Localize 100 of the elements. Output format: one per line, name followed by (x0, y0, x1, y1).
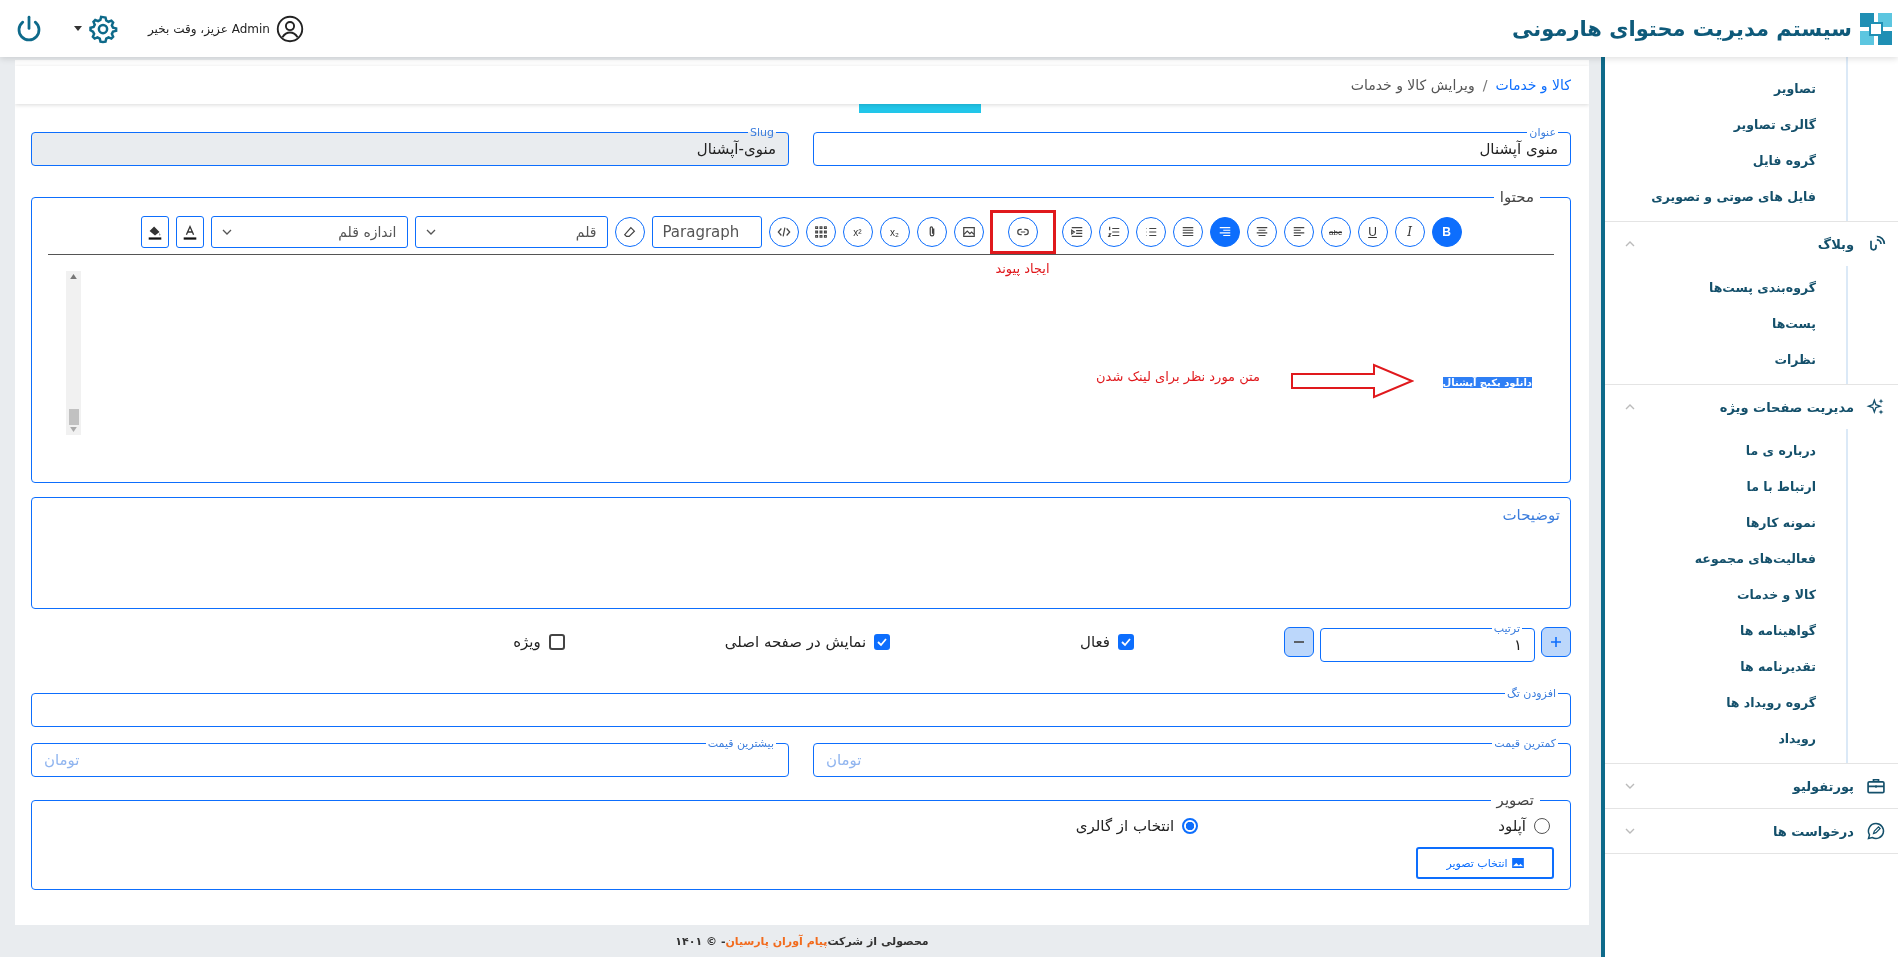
field-label: بیشترین قیمت (706, 737, 775, 750)
sidebar-item[interactable]: نمونه کارها (1605, 505, 1846, 541)
field-label: Slug (749, 126, 775, 139)
description-field[interactable]: توضیحات (31, 497, 1571, 609)
sidebar-item[interactable]: فایل های صوتی و تصویری (1605, 179, 1846, 215)
justify-button[interactable] (1172, 217, 1203, 247)
table-button[interactable] (805, 217, 836, 247)
checkbox[interactable] (548, 634, 565, 650)
code-icon (776, 225, 791, 239)
link-button[interactable] (1007, 217, 1038, 247)
sparkle-icon (1866, 397, 1886, 417)
eraser-button[interactable] (614, 217, 645, 247)
annotation-text: متن مورد نظر برای لینک شدن (1096, 369, 1260, 384)
footer-text: محصولی از شرکت (827, 934, 929, 948)
caret-icon[interactable] (74, 25, 82, 32)
font-dropdown[interactable]: اندازه قلم (210, 216, 408, 248)
sub-button[interactable]: x₂ (879, 217, 910, 247)
italic-button[interactable]: I (1394, 217, 1425, 247)
settings-icon[interactable] (88, 13, 118, 44)
indent-icon (1069, 225, 1084, 239)
field-label: ترتیب (1492, 622, 1521, 635)
sidebar-item[interactable]: ارتباط با ما (1605, 469, 1846, 505)
sidebar-group[interactable]: وبلاگ (1605, 222, 1898, 266)
format-dropdown[interactable]: Paragraph (651, 216, 762, 248)
price-input[interactable]: تومان (822, 751, 1562, 769)
price-field[interactable]: کمترین قیمت تومان (813, 737, 1571, 777)
scroll-up-icon[interactable] (70, 274, 77, 279)
field-label: افزودن تگ (1505, 687, 1557, 700)
sidebar-item[interactable]: گروه رویداد ها (1605, 685, 1846, 721)
sidebar-item[interactable]: رویداد (1605, 721, 1846, 757)
align-center-button[interactable] (1246, 217, 1277, 247)
selected-text: دانلود پکیج آپشنال (1442, 377, 1532, 388)
sidebar-item[interactable]: گروه فایل (1605, 143, 1846, 179)
chevron-icon (221, 229, 232, 235)
sidebar-item[interactable]: فعالیت‌های مجموعه (1605, 541, 1846, 577)
sidebar-item[interactable]: تقدیرنامه ها (1605, 649, 1846, 685)
image-icon (1511, 858, 1524, 868)
increment-button[interactable] (1541, 627, 1571, 657)
align-left-button[interactable] (1283, 217, 1314, 247)
order-input[interactable]: ۱ (1329, 636, 1526, 654)
text-color-button[interactable] (175, 216, 204, 248)
app-title: سیستم مدیریت محتوای هارمونی (1512, 16, 1852, 41)
briefcase-icon (1866, 776, 1886, 796)
editor-label: محتوا (1498, 188, 1535, 206)
panel-label: تصویر (1495, 791, 1535, 809)
slug-input[interactable]: منوی-آپشنال (40, 140, 780, 158)
align-right-icon (1217, 225, 1232, 239)
group-label: درخواست ها (1771, 823, 1854, 839)
strike-button[interactable]: abc (1320, 217, 1351, 247)
footer-text: - © ۱۴۰۱ (675, 934, 726, 948)
sidebar-group[interactable]: پورتفولیو (1605, 764, 1898, 808)
checkbox-label: فعال (1080, 633, 1110, 651)
sidebar-item[interactable]: گواهینامه ها (1605, 613, 1846, 649)
sup-button[interactable]: x² (842, 217, 873, 247)
image-icon (961, 225, 976, 239)
decrement-button[interactable] (1284, 627, 1314, 657)
group-label: مدیریت صفحات ویژه (1718, 399, 1854, 415)
title-field[interactable]: عنوان منوی آپشنال (813, 126, 1571, 166)
indent-button[interactable] (1061, 217, 1092, 247)
image-button[interactable] (953, 217, 984, 247)
sidebar-item[interactable]: گالری تصاویر (1605, 107, 1846, 143)
bold-button[interactable]: B (1431, 217, 1462, 247)
sidebar-group[interactable]: مدیریت صفحات ویژه (1605, 385, 1898, 429)
price-input[interactable]: تومان (40, 751, 780, 769)
price-field[interactable]: بیشترین قیمت تومان (31, 737, 789, 777)
sidebar-item[interactable]: کالا و خدمات (1605, 577, 1846, 613)
bullets-button[interactable] (1135, 217, 1166, 247)
align-center-icon (1254, 225, 1269, 239)
breadcrumb-current: ویرایش کالا و خدمات (1350, 77, 1475, 93)
attach-button[interactable] (916, 217, 947, 247)
sidebar-item[interactable]: گروه‌بندی پست‌ها (1605, 270, 1846, 306)
align-right-button[interactable] (1209, 217, 1240, 247)
sidebar-item[interactable]: پست‌ها (1605, 306, 1846, 342)
sidebar-item[interactable]: نظرات (1605, 342, 1846, 378)
user-avatar-icon[interactable] (275, 14, 304, 43)
title-input[interactable]: منوی آپشنال (822, 140, 1562, 158)
choose-image-button[interactable]: انتخاب تصویر (1416, 847, 1554, 879)
font-dropdown[interactable]: قلم (414, 216, 608, 248)
greeting: Admin عزیز، وقت بخیر (148, 21, 270, 36)
tag-field[interactable]: افزودن تگ (31, 687, 1571, 727)
breadcrumb-separator: / (1482, 77, 1488, 93)
field-label: عنوان (1528, 126, 1557, 139)
fill-color-button[interactable] (140, 216, 169, 248)
sidebar-item[interactable]: تصاویر (1605, 71, 1846, 107)
underline-button[interactable]: U (1357, 217, 1388, 247)
scroll-thumb[interactable] (68, 409, 79, 425)
chevron-icon (425, 229, 436, 235)
bullet-list-icon (1143, 225, 1158, 239)
sidebar-item[interactable]: درباره ی ما (1605, 433, 1846, 469)
breadcrumb-link[interactable]: کالا و خدمات (1495, 77, 1571, 93)
numbers-button[interactable] (1098, 217, 1129, 247)
scrollbar[interactable] (66, 271, 81, 435)
checkbox[interactable] (1118, 634, 1134, 650)
radio-label: آپلود (1498, 817, 1526, 835)
sidebar-group[interactable]: درخواست ها (1605, 809, 1898, 853)
checkbox[interactable] (874, 634, 891, 650)
numbered-list-icon (1106, 225, 1121, 239)
checkbox-label: نمایش در صفحه اصلی (724, 633, 867, 651)
code-button[interactable] (768, 217, 799, 247)
radio-button[interactable] (1182, 818, 1199, 834)
